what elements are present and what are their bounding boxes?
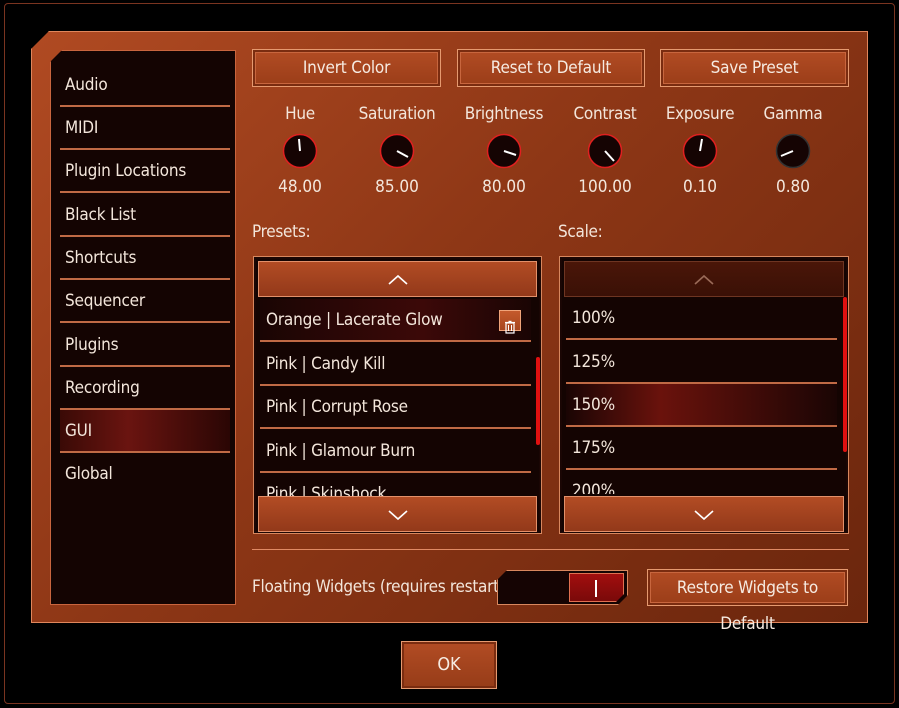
sidebar-item-black-list[interactable]: Black List [60,194,230,237]
saturation-label: Saturation [358,104,436,124]
scale-label: Scale: [558,222,603,242]
floating-widgets-label: Floating Widgets (requires restart): [252,577,510,597]
scale-scroll-up-button[interactable] [564,261,844,297]
scale-list: 100% 125% 150% 175% 200% [559,256,849,534]
gamma-label: Gamma [763,104,823,124]
presets-list: Orange | Lacerate Glow Pink | Candy Kill… [253,256,542,534]
preset-item[interactable]: Pink | Candy Kill [260,343,531,386]
presets-scroll-up-button[interactable] [258,261,537,297]
divider [252,549,849,550]
chevron-up-icon [694,274,714,285]
gamma-knob[interactable] [775,133,811,169]
sidebar-item-plugin-locations[interactable]: Plugin Locations [60,150,230,193]
hue-label: Hue [285,104,315,124]
hue-value: 48.00 [278,177,322,197]
settings-sidebar: Audio MIDI Plugin Locations Black List S… [50,50,236,605]
exposure-label: Exposure [665,104,735,124]
save-preset-button[interactable]: Save Preset [660,49,849,87]
preset-item[interactable]: Pink | Glamour Burn [260,430,531,473]
chevron-up-icon [387,274,408,285]
scale-item[interactable]: 100% [566,297,837,340]
scale-item[interactable]: 175% [566,427,837,470]
chevron-down-icon [694,509,714,520]
preset-item[interactable]: Pink | Skinshock [260,473,531,497]
preset-item[interactable]: Pink | Corrupt Rose [260,386,531,429]
saturation-value: 85.00 [375,177,419,197]
contrast-knob[interactable] [587,133,623,169]
brightness-value: 80.00 [482,177,526,197]
chevron-down-icon [387,509,408,520]
preset-item[interactable]: Orange | Lacerate Glow [260,299,531,342]
sidebar-item-gui[interactable]: GUI [60,410,230,453]
brightness-label: Brightness [464,104,544,124]
presets-scrollbar[interactable] [536,357,540,445]
sidebar-item-audio[interactable]: Audio [60,64,230,107]
toggle-thumb [569,573,624,602]
ok-button[interactable]: OK [401,641,497,689]
scale-scroll-down-button[interactable] [564,496,844,532]
contrast-label: Contrast [573,104,637,124]
sidebar-item-sequencer[interactable]: Sequencer [60,280,230,323]
contrast-value: 100.00 [578,177,632,197]
exposure-knob[interactable] [682,133,718,169]
trash-icon [505,320,515,334]
sidebar-item-shortcuts[interactable]: Shortcuts [60,237,230,280]
sidebar-item-midi[interactable]: MIDI [60,107,230,150]
floating-widgets-toggle[interactable] [497,570,628,605]
presets-label: Presets: [252,222,311,242]
exposure-value: 0.10 [682,177,718,197]
brightness-knob[interactable] [486,133,522,169]
saturation-knob[interactable] [379,133,415,169]
gamma-value: 0.80 [775,177,811,197]
scale-scrollbar[interactable] [843,297,847,452]
preset-item-label: Orange | Lacerate Glow [266,310,443,330]
restore-widgets-button[interactable]: Restore Widgets to Default [647,569,848,634]
reset-to-default-button[interactable]: Reset to Default [457,49,645,87]
scale-item-selected[interactable]: 150% [566,384,837,427]
presets-scroll-down-button[interactable] [258,496,537,532]
sidebar-item-plugins[interactable]: Plugins [60,324,230,367]
sidebar-item-global[interactable]: Global [60,453,230,496]
scale-item[interactable]: 125% [566,341,837,384]
invert-color-button[interactable]: Invert Color [252,49,441,87]
delete-preset-button[interactable] [499,310,521,334]
scale-item[interactable]: 200% [566,470,837,494]
sidebar-item-recording[interactable]: Recording [60,367,230,410]
hue-knob[interactable] [282,133,318,169]
